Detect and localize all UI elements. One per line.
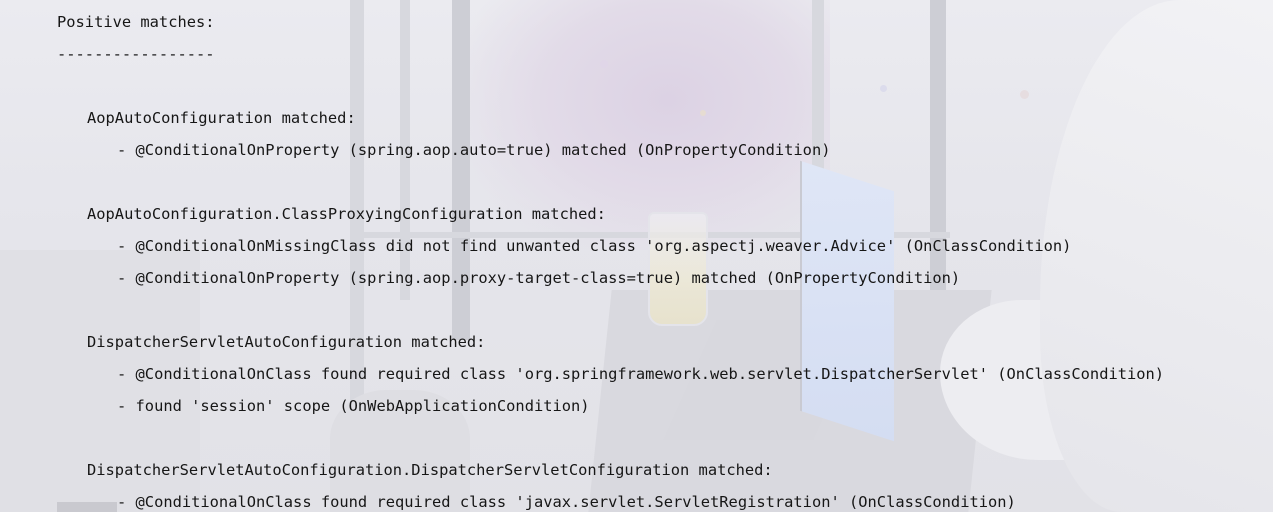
condition-line: - @ConditionalOnClass found required cla… bbox=[117, 365, 1165, 383]
config-match-title: AopAutoConfiguration.ClassProxyingConfig… bbox=[87, 205, 606, 223]
condition-line: - @ConditionalOnProperty (spring.aop.aut… bbox=[117, 141, 831, 159]
condition-line: - found 'session' scope (OnWebApplicatio… bbox=[117, 397, 590, 415]
log-heading: Positive matches: bbox=[57, 13, 215, 31]
console-log-output: Positive matches: ----------------- AopA… bbox=[0, 0, 1273, 512]
horizontal-scrollbar-thumb[interactable] bbox=[57, 502, 117, 512]
config-match-title: AopAutoConfiguration matched: bbox=[87, 109, 356, 127]
log-divider: ----------------- bbox=[57, 45, 215, 63]
condition-line: - @ConditionalOnClass found required cla… bbox=[117, 493, 1016, 511]
condition-line: - @ConditionalOnMissingClass did not fin… bbox=[117, 237, 1072, 255]
condition-line: - @ConditionalOnProperty (spring.aop.pro… bbox=[117, 269, 961, 287]
config-match-title: DispatcherServletAutoConfiguration match… bbox=[87, 333, 486, 351]
config-match-title: DispatcherServletAutoConfiguration.Dispa… bbox=[87, 461, 773, 479]
